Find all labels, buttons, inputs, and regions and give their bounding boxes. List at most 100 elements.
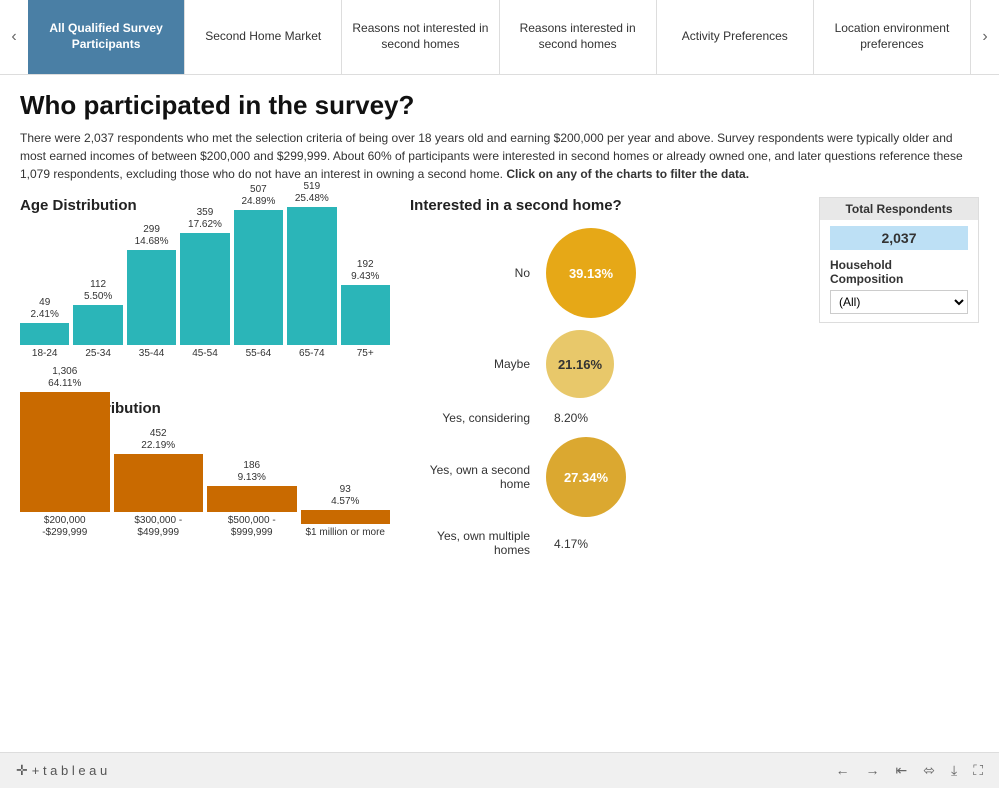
age-bar-45-54[interactable]: 35917.62% 45-54	[180, 207, 229, 360]
income-range-1m: $1 million or more	[306, 527, 385, 539]
interest-bubble-no[interactable]: 39.13%	[546, 228, 636, 318]
tab-second-home-market[interactable]: Second Home Market	[185, 0, 342, 74]
interest-row-no[interactable]: No 39.13%	[410, 228, 809, 318]
age-bar-25-34[interactable]: 1125.50% 25-34	[73, 279, 122, 360]
interest-pct-own-second: 27.34%	[564, 470, 608, 485]
tableau-logo: ✛ + t a b l e a u	[16, 762, 107, 779]
interest-bubble-chart: No 39.13% Maybe 21.16% Yes, considering	[410, 228, 809, 557]
interest-bubble-own-second[interactable]: 27.34%	[546, 437, 626, 517]
age-bar-fill-25-34	[73, 305, 122, 345]
interest-pct-maybe: 21.16%	[558, 357, 602, 372]
interest-row-own-multiple[interactable]: Yes, own multiple homes 4.17%	[410, 529, 809, 557]
age-bar-65-74[interactable]: 51925.48% 65-74	[287, 181, 336, 360]
income-bar-200k[interactable]: 1,30664.11% $200,000 -$299,999	[20, 366, 110, 539]
interest-row-maybe[interactable]: Maybe 21.16%	[410, 330, 809, 398]
income-range-300k: $300,000 - $499,999	[114, 515, 204, 539]
age-count-18-24: 49	[39, 297, 50, 308]
age-bar-fill-35-44	[127, 250, 176, 345]
age-bar-18-24[interactable]: 492.41% 18-24	[20, 297, 69, 360]
forward-icon[interactable]: →	[866, 762, 880, 779]
age-bar-55-64[interactable]: 50724.89% 55-64	[234, 184, 283, 360]
interest-label-no: No	[410, 266, 530, 280]
income-distribution-section: Income Distribution 1,30664.11% $200,000…	[20, 400, 390, 563]
interest-label-maybe: Maybe	[410, 357, 530, 371]
income-bar-chart[interactable]: 1,30664.11% $200,000 -$299,999 45222.19%…	[20, 423, 390, 563]
desc-text: There were 2,037 respondents who met the…	[20, 131, 963, 181]
age-pct-45-54: 17.62%	[188, 219, 222, 230]
age-range-55-64: 55-64	[246, 348, 272, 360]
age-range-65-74: 65-74	[299, 348, 325, 360]
page-description: There were 2,037 respondents who met the…	[20, 129, 979, 183]
interest-pct-multiple-text: 4.17%	[554, 536, 588, 551]
age-range-25-34: 25-34	[85, 348, 111, 360]
total-respondents-title: Total Respondents	[820, 198, 978, 220]
household-composition-select[interactable]: (All)	[830, 290, 968, 314]
tab-location-preferences[interactable]: Location environment preferences	[814, 0, 971, 74]
age-range-45-54: 45-54	[192, 348, 218, 360]
age-pct-18-24: 2.41%	[31, 309, 59, 320]
age-bar-fill-18-24	[20, 323, 69, 345]
income-range-200k: $200,000 -$299,999	[20, 515, 110, 539]
logo-text: + t a b l e a u	[32, 763, 108, 778]
interest-row-considering[interactable]: Yes, considering 8.20%	[410, 410, 809, 425]
age-bar-fill-45-54	[180, 233, 229, 345]
interest-row-own-second[interactable]: Yes, own a second home 27.34%	[410, 437, 809, 517]
tab-reasons-not-interested[interactable]: Reasons not interested in second homes	[342, 0, 499, 74]
income-range-500k: $500,000 - $999,999	[207, 515, 297, 539]
page-title: Who participated in the survey?	[20, 90, 979, 121]
interest-pct-considering-text: 8.20%	[554, 410, 588, 425]
tab-reasons-interested[interactable]: Reasons interested in second homes	[500, 0, 657, 74]
bottom-bar: ✛ + t a b l e a u ← → ⇤ ⬄ ⤓ ⛶	[0, 752, 999, 788]
share-icon[interactable]: ⬄	[923, 762, 935, 779]
tab-all-qualified[interactable]: All Qualified Survey Participants	[28, 0, 185, 74]
fullscreen-icon[interactable]: ⛶	[973, 762, 983, 779]
charts-row: Age Distribution 492.41% 18-24 1125.50% …	[20, 197, 979, 742]
nav-arrow-left[interactable]: ‹	[0, 0, 28, 74]
age-bar-fill-65-74	[287, 207, 336, 345]
age-distribution-section: Age Distribution 492.41% 18-24 1125.50% …	[20, 197, 390, 380]
back-icon[interactable]: ←	[836, 762, 850, 779]
income-bar-300k[interactable]: 45222.19% $300,000 - $499,999	[114, 428, 204, 539]
income-pct-300k: 22.19%	[141, 440, 175, 451]
age-bar-fill-75plus	[341, 285, 390, 345]
household-composition-label: Household Composition	[830, 258, 968, 286]
age-bar-75plus[interactable]: 1929.43% 75+	[341, 259, 390, 360]
interest-bubble-maybe[interactable]: 21.16%	[546, 330, 614, 398]
download-icon[interactable]: ⤓	[951, 762, 957, 779]
tab-activity-preferences[interactable]: Activity Preferences	[657, 0, 814, 74]
income-count-300k: 452	[150, 428, 167, 439]
income-bar-500k[interactable]: 1869.13% $500,000 - $999,999	[207, 460, 297, 539]
interest-label-own-second: Yes, own a second home	[410, 463, 530, 491]
income-bar-1m[interactable]: 934.57% $1 million or more	[301, 484, 391, 539]
nav-tabs: All Qualified Survey Participants Second…	[28, 0, 971, 74]
age-pct-25-34: 5.50%	[84, 291, 112, 302]
age-pct-55-64: 24.89%	[241, 196, 275, 207]
right-column: Total Respondents 2,037 Household Compos…	[809, 197, 979, 742]
total-respondents-value: 2,037	[830, 226, 968, 250]
top-navigation: ‹ All Qualified Survey Participants Seco…	[0, 0, 999, 75]
age-bar-fill-55-64	[234, 210, 283, 345]
age-range-35-44: 35-44	[139, 348, 165, 360]
interest-pct-no: 39.13%	[569, 266, 613, 281]
age-range-75plus: 75+	[357, 348, 374, 360]
age-bar-35-44[interactable]: 29914.68% 35-44	[127, 224, 176, 360]
income-bar-fill-200k	[20, 392, 110, 512]
age-pct-35-44: 14.68%	[135, 236, 169, 247]
age-bar-chart[interactable]: 492.41% 18-24 1125.50% 25-34 29914.68%	[20, 220, 390, 380]
income-bar-fill-500k	[207, 486, 297, 512]
interest-label-own-multiple: Yes, own multiple homes	[410, 529, 530, 557]
nav-arrow-right[interactable]: ›	[971, 0, 999, 74]
home-icon[interactable]: ⇤	[896, 762, 908, 779]
main-content: Who participated in the survey? There we…	[0, 75, 999, 752]
age-count-45-54: 359	[197, 207, 214, 218]
income-pct-500k: 9.13%	[238, 472, 266, 483]
total-respondents-box: Total Respondents 2,037 Household Compos…	[819, 197, 979, 323]
age-count-35-44: 299	[143, 224, 160, 235]
age-count-75plus: 192	[357, 259, 374, 270]
income-bar-fill-1m	[301, 510, 391, 524]
cta-text: Click on any of the charts to filter the…	[506, 167, 749, 181]
age-count-25-34: 112	[90, 279, 106, 290]
center-column: Interested in a second home? No 39.13% M…	[390, 197, 809, 742]
bottom-icons: ← → ⇤ ⬄ ⤓ ⛶	[836, 762, 983, 779]
income-bar-fill-300k	[114, 454, 204, 512]
